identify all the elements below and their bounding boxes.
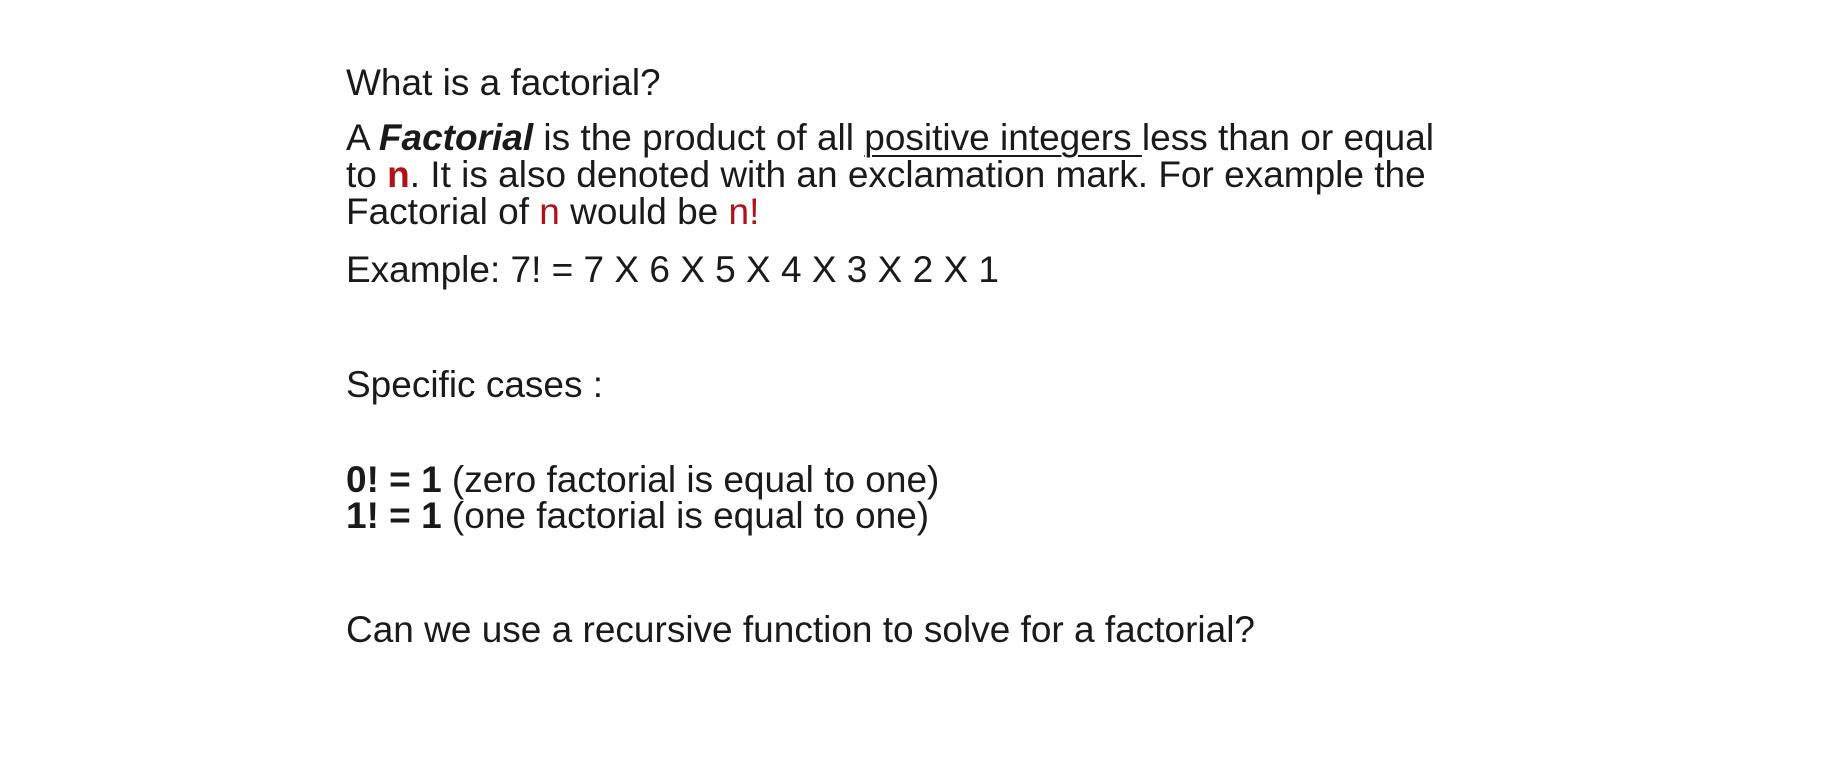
- case-zero-formula: 0! = 1: [346, 459, 442, 500]
- example-line: Example: 7! = 7 X 6 X 5 X 4 X 3 X 2 X 1: [346, 249, 1000, 290]
- definition-line3-prefix: Factorial of: [346, 191, 540, 232]
- definition-line2-prefix: to: [346, 154, 388, 195]
- n-factorial: n!: [728, 191, 760, 232]
- variable-n: n: [387, 154, 410, 195]
- definition-text-a: is the product of all: [533, 117, 865, 158]
- definition-line-1: A Factorial is the product of all positi…: [346, 119, 1434, 156]
- definition-line3-mid: would be: [559, 191, 729, 232]
- case-zero-note: (zero factorial is equal to one): [441, 459, 940, 500]
- case-one: 1! = 1 (one factorial is equal to one): [346, 497, 929, 534]
- case-zero: 0! = 1 (zero factorial is equal to one): [346, 461, 939, 498]
- case-one-note: (one factorial is equal to one): [441, 495, 930, 536]
- case-one-formula: 1! = 1: [346, 495, 442, 536]
- definition-line-3: Factorial of n would be n!: [346, 193, 759, 230]
- closing-question: Can we use a recursive function to solve…: [346, 609, 1256, 650]
- definition-line2-rest: . It is also denoted with an exclamation…: [409, 154, 1426, 195]
- variable-n-plain: n: [539, 191, 560, 232]
- definition-text-b: less than or equal: [1141, 117, 1435, 158]
- specific-cases-label: Specific cases :: [346, 364, 604, 405]
- positive-integers-link[interactable]: positive integers: [864, 117, 1142, 158]
- definition-line-2: to n. It is also denoted with an exclama…: [346, 156, 1426, 193]
- definition-term: Factorial: [378, 117, 534, 158]
- heading-question: What is a factorial?: [346, 62, 661, 103]
- definition-article: A: [346, 117, 379, 158]
